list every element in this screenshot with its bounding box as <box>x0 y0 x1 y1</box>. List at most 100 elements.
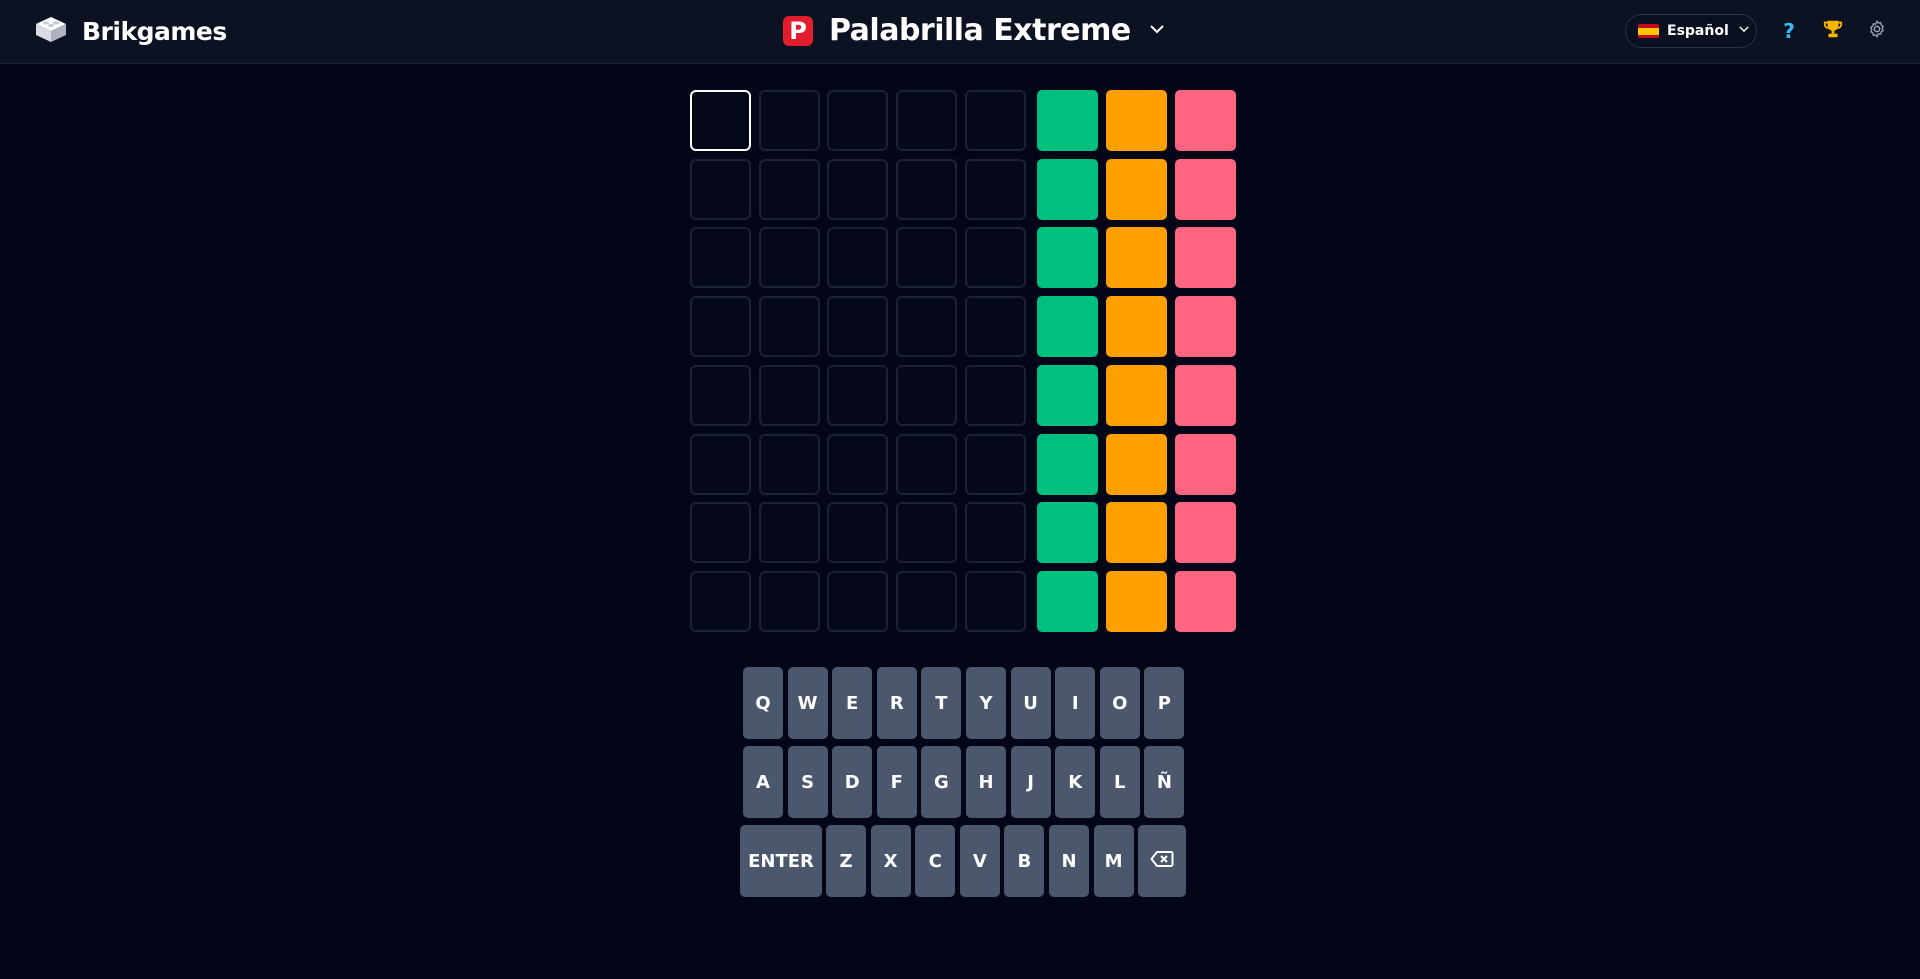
brand[interactable]: Brikgames <box>34 14 227 48</box>
letter-cell[interactable] <box>827 158 889 220</box>
hint-cell-orange <box>1106 227 1167 289</box>
letter-cell[interactable] <box>690 158 751 220</box>
letter-cell[interactable] <box>896 227 958 289</box>
key-v[interactable]: V <box>959 825 1000 897</box>
key-n[interactable]: N <box>1049 825 1089 897</box>
key-x[interactable]: X <box>870 825 911 897</box>
hint-cell-pink <box>1175 296 1236 358</box>
key-j[interactable]: J <box>1010 746 1051 818</box>
enter-key[interactable]: ENTER <box>740 825 822 897</box>
settings-button[interactable] <box>1865 19 1889 43</box>
letter-cell[interactable] <box>827 502 889 564</box>
key-t[interactable]: T <box>921 667 962 739</box>
letter-cell[interactable] <box>690 296 751 358</box>
letter-cell[interactable] <box>964 227 1026 289</box>
key-b[interactable]: B <box>1004 825 1045 897</box>
key-o[interactable]: O <box>1099 667 1140 739</box>
key-k[interactable]: K <box>1055 746 1096 818</box>
hint-cell-green <box>1037 502 1098 564</box>
letter-cell[interactable] <box>964 364 1026 426</box>
letter-cell[interactable] <box>896 158 958 220</box>
key-e[interactable]: E <box>832 667 873 739</box>
chevron-down-icon <box>1737 22 1751 40</box>
hint-cell-pink <box>1175 227 1236 289</box>
hint-cell-green <box>1037 570 1098 632</box>
letter-cell[interactable] <box>827 90 889 151</box>
letter-cell[interactable] <box>690 364 751 426</box>
hint-cell-pink <box>1175 364 1236 426</box>
hint-cell-orange <box>1106 158 1167 220</box>
letter-cell[interactable] <box>827 364 889 426</box>
key-d[interactable]: D <box>832 746 873 818</box>
hint-cell-green <box>1037 296 1098 358</box>
gear-icon <box>1867 19 1887 43</box>
key-u[interactable]: U <box>1010 667 1051 739</box>
letter-cell[interactable] <box>690 502 751 564</box>
game-logo: P <box>783 15 813 46</box>
hint-cell-pink <box>1175 158 1236 220</box>
letter-cell[interactable] <box>690 570 751 632</box>
key-c[interactable]: C <box>915 825 956 897</box>
key-i[interactable]: I <box>1055 667 1096 739</box>
hint-cell-pink <box>1175 570 1236 632</box>
letter-cell[interactable] <box>758 296 820 358</box>
letter-cell[interactable] <box>827 570 889 632</box>
key-a[interactable]: A <box>743 746 783 818</box>
key-z[interactable]: Z <box>826 825 866 897</box>
key-m[interactable]: M <box>1093 825 1134 897</box>
letter-cell[interactable] <box>896 296 958 358</box>
letter-cell[interactable] <box>964 90 1026 151</box>
letter-cell[interactable] <box>758 364 820 426</box>
letter-cell[interactable] <box>758 502 820 564</box>
letter-cell[interactable] <box>758 433 820 495</box>
language-label: Español <box>1667 23 1729 39</box>
hint-cell-green <box>1037 433 1098 495</box>
letter-cell[interactable] <box>827 433 889 495</box>
letter-cell[interactable] <box>758 227 820 289</box>
letter-cell[interactable] <box>690 227 751 289</box>
letter-cell[interactable] <box>964 433 1026 495</box>
key-h[interactable]: H <box>966 746 1006 818</box>
letter-cell[interactable] <box>896 570 958 632</box>
leaderboard-button[interactable] <box>1821 19 1845 43</box>
key-s[interactable]: S <box>787 746 828 818</box>
spain-flag-icon <box>1638 24 1659 38</box>
letter-cell[interactable] <box>690 433 751 495</box>
letter-cell[interactable] <box>827 296 889 358</box>
letter-cell[interactable] <box>896 90 958 151</box>
game-selector[interactable]: P Palabrilla Extreme <box>783 13 1167 48</box>
letter-cell[interactable] <box>896 364 958 426</box>
key-q[interactable]: Q <box>743 667 783 739</box>
language-selector[interactable]: Español <box>1625 14 1757 48</box>
key-p[interactable]: P <box>1144 667 1185 739</box>
hint-cell-green <box>1037 90 1098 151</box>
letter-cell[interactable] <box>964 570 1026 632</box>
backspace-icon <box>1150 850 1174 873</box>
letter-cell[interactable] <box>964 158 1026 220</box>
backspace-key[interactable] <box>1138 825 1186 897</box>
top-bar: Brikgames P Palabrilla Extreme Español ? <box>0 0 1920 64</box>
key-g[interactable]: G <box>921 746 962 818</box>
key-l[interactable]: L <box>1099 746 1140 818</box>
hint-cell-pink <box>1175 433 1236 495</box>
hint-cell-green <box>1037 158 1098 220</box>
letter-cell[interactable] <box>896 433 958 495</box>
letter-cell[interactable] <box>964 296 1026 358</box>
key-w[interactable]: W <box>787 667 828 739</box>
key-y[interactable]: Y <box>966 667 1006 739</box>
letter-cell[interactable] <box>758 158 820 220</box>
letter-cell[interactable] <box>827 227 889 289</box>
help-button[interactable]: ? <box>1777 19 1801 43</box>
key-r[interactable]: R <box>876 667 917 739</box>
hint-cell-pink <box>1175 502 1236 564</box>
key-ñ[interactable]: Ñ <box>1144 746 1185 818</box>
key-f[interactable]: F <box>876 746 917 818</box>
letter-cell[interactable] <box>758 570 820 632</box>
letter-cell[interactable] <box>964 502 1026 564</box>
letter-cell[interactable] <box>896 502 958 564</box>
hint-cell-pink <box>1175 90 1236 151</box>
hint-cell-orange <box>1106 570 1167 632</box>
letter-cell[interactable] <box>758 90 820 151</box>
letter-cell[interactable] <box>690 90 751 151</box>
hint-cell-orange <box>1106 296 1167 358</box>
